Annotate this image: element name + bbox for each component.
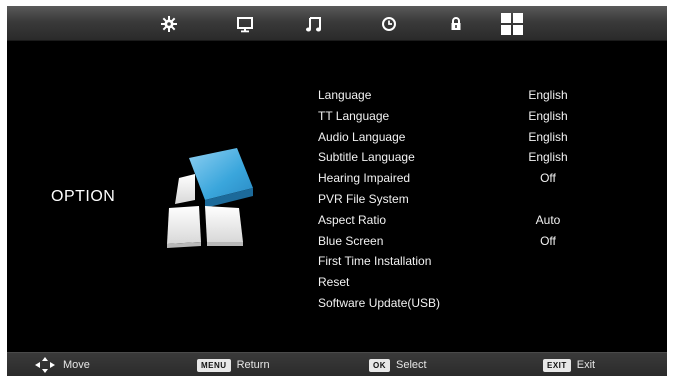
menu-item-label: Aspect Ratio <box>318 212 387 227</box>
clock-icon[interactable] <box>379 14 399 34</box>
menu-item-value: Off <box>540 233 556 248</box>
menu-item-label: Software Update(USB) <box>318 295 441 310</box>
menu-item-label: PVR File System <box>318 191 409 206</box>
menu-item-reset[interactable]: Reset <box>318 272 618 293</box>
menu-item-value: English <box>528 129 568 144</box>
menu-item-first-time-installation[interactable]: First Time Installation <box>318 251 618 272</box>
menu-key: MENU <box>197 358 231 372</box>
menu-item-label: Blue Screen <box>318 233 384 248</box>
menu-item-pvr-file-system[interactable]: PVR File System <box>318 189 618 210</box>
category-tab-bar <box>7 6 667 41</box>
menu-item-value: English <box>528 88 568 102</box>
menu-item-label: Language <box>318 88 372 102</box>
menu-item-label: First Time Installation <box>318 254 432 269</box>
hint-move: Move <box>35 353 90 376</box>
monitor-icon[interactable] <box>235 14 255 34</box>
option-menu: Language English TT Language English Aud… <box>318 85 618 314</box>
menu-item-software-update[interactable]: Software Update(USB) <box>318 293 618 314</box>
hint-exit-label: Exit <box>576 359 596 371</box>
menu-item-label: Reset <box>318 275 350 290</box>
gear-icon[interactable] <box>159 14 179 34</box>
menu-item-label: Subtitle Language <box>318 150 415 165</box>
tv-menu-screen: OPTION Language English TT Language Engl… <box>7 6 667 376</box>
menu-item-value: Auto <box>535 212 561 227</box>
hint-return: MENU Return <box>197 353 270 376</box>
grid-icon[interactable] <box>500 12 524 36</box>
menu-item-value: English <box>528 108 568 123</box>
dpad-arrows-icon <box>35 357 55 373</box>
menu-item-label: Audio Language <box>318 129 406 144</box>
menu-item-blue-screen[interactable]: Blue Screen Off <box>318 231 618 252</box>
ok-key: OK <box>369 358 390 372</box>
option-icon <box>157 134 253 259</box>
hint-select: OK Select <box>369 353 427 376</box>
menu-item-aspect-ratio[interactable]: Aspect Ratio Auto <box>318 210 618 231</box>
exit-key: EXIT <box>543 358 571 372</box>
page-title: OPTION <box>51 188 116 205</box>
menu-item-value: English <box>528 150 568 165</box>
hint-move-label: Move <box>63 359 90 371</box>
key-hint-bar: Move MENU Return OK Select EXIT Exit <box>7 352 667 376</box>
lock-icon[interactable] <box>446 14 466 34</box>
menu-item-audio-language[interactable]: Audio Language English <box>318 127 618 148</box>
menu-item-label: Hearing Impaired <box>318 171 411 186</box>
menu-item-tt-language[interactable]: TT Language English <box>318 106 618 127</box>
menu-item-hearing-impaired[interactable]: Hearing Impaired Off <box>318 168 618 189</box>
menu-item-language[interactable]: Language English <box>318 85 618 106</box>
hint-select-label: Select <box>396 359 427 371</box>
menu-item-subtitle-language[interactable]: Subtitle Language English <box>318 147 618 168</box>
menu-item-label: TT Language <box>318 108 390 123</box>
menu-item-value: Off <box>540 171 556 186</box>
hint-exit: EXIT Exit <box>543 353 595 376</box>
hint-return-label: Return <box>236 359 270 371</box>
music-note-icon[interactable] <box>304 14 324 34</box>
